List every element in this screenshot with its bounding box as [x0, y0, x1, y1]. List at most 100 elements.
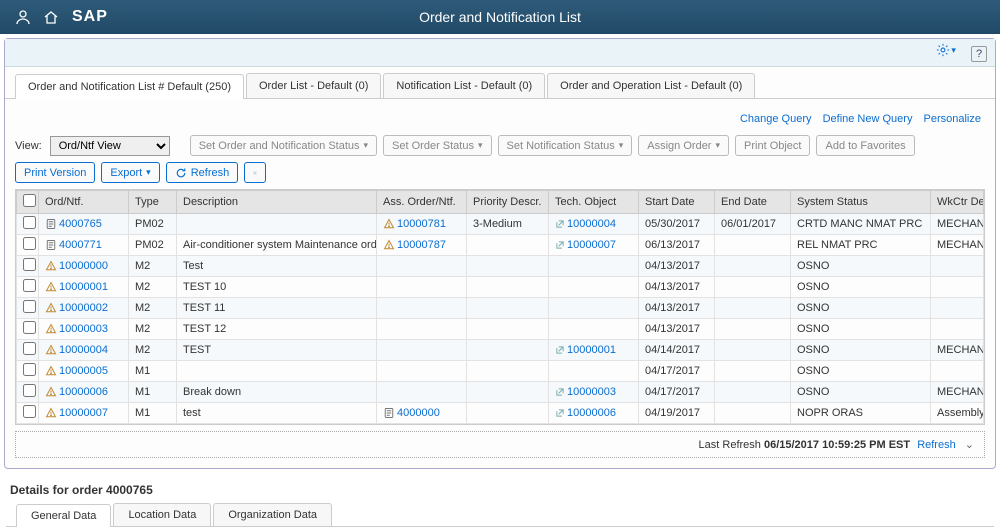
last-refresh-label: Last Refresh	[699, 439, 764, 451]
tech-object-link[interactable]: 10000001	[567, 344, 616, 356]
print-object-button[interactable]: Print Object	[735, 135, 810, 156]
table-row[interactable]: 10000006M1Break down1000000304/17/2017OS…	[17, 382, 984, 403]
table-row[interactable]: 10000005M104/17/2017OSNO	[17, 361, 984, 382]
type-cell: PM02	[129, 235, 177, 256]
col-end[interactable]: End Date	[715, 191, 791, 214]
last-refresh-timestamp: 06/15/2017 10:59:25 PM EST	[764, 439, 910, 451]
chevron-down-icon[interactable]: ⌄	[965, 439, 974, 451]
assoc-link[interactable]: 10000781	[397, 218, 446, 230]
row-checkbox[interactable]	[17, 340, 39, 361]
notification-icon	[45, 386, 57, 398]
ordntf-link[interactable]: 10000001	[59, 281, 108, 293]
define-query-link[interactable]: Define New Query	[823, 113, 913, 125]
home-icon[interactable]	[40, 6, 62, 28]
user-icon[interactable]	[12, 6, 34, 28]
row-checkbox[interactable]	[17, 298, 39, 319]
table-row[interactable]: 10000004M2TEST1000000104/14/2017OSNOMECH…	[17, 340, 984, 361]
table-row[interactable]: 10000007M1test40000001000000604/19/2017N…	[17, 403, 984, 424]
personalize-link[interactable]: Personalize	[924, 113, 981, 125]
table-row[interactable]: 10000003M2TEST 1204/13/2017OSNO	[17, 319, 984, 340]
print-version-button[interactable]: Print Version	[15, 162, 95, 183]
ordntf-link[interactable]: 10000003	[59, 323, 108, 335]
add-to-favorites-button[interactable]: Add to Favorites	[816, 135, 914, 156]
ordntf-link[interactable]: 4000765	[59, 218, 102, 230]
settings-gear-icon[interactable]: ▾	[936, 43, 956, 57]
change-query-link[interactable]: Change Query	[740, 113, 812, 125]
notification-icon	[45, 365, 57, 377]
row-checkbox[interactable]	[17, 214, 39, 235]
col-ordntf[interactable]: Ord/Ntf.	[39, 191, 129, 214]
table-row[interactable]: 10000001M2TEST 1004/13/2017OSNO	[17, 277, 984, 298]
wkctr-cell: MECHANICAL DEPT	[931, 214, 984, 235]
col-prio[interactable]: Priority Descr.	[467, 191, 549, 214]
tab-3[interactable]: Order and Operation List - Default (0)	[547, 73, 755, 98]
start-cell: 04/13/2017	[639, 256, 715, 277]
assoc-link[interactable]: 10000787	[397, 239, 446, 251]
detail-tab-2[interactable]: Organization Data	[213, 503, 332, 526]
col-tech[interactable]: Tech. Object	[549, 191, 639, 214]
tab-2[interactable]: Notification List - Default (0)	[383, 73, 545, 98]
export-button[interactable]: Export▾	[101, 162, 159, 183]
col-status[interactable]: System Status	[791, 191, 931, 214]
row-checkbox[interactable]	[17, 235, 39, 256]
table-row[interactable]: 10000000M2Test04/13/2017OSNO	[17, 256, 984, 277]
desc-cell: Air-conditioner system Maintenance order	[177, 235, 377, 256]
tech-object-link[interactable]: 10000004	[567, 218, 616, 230]
notification-icon	[45, 407, 57, 419]
tech-object-link[interactable]: 10000007	[567, 239, 616, 251]
set-order-notif-status-button[interactable]: Set Order and Notification Status▾	[190, 135, 377, 156]
notification-icon	[45, 323, 57, 335]
ordntf-link[interactable]: 10000002	[59, 302, 108, 314]
row-checkbox[interactable]	[17, 403, 39, 424]
help-icon[interactable]: ?	[971, 46, 987, 62]
end-cell	[715, 256, 791, 277]
details-title: Details for order 4000765	[10, 483, 994, 497]
order-icon	[383, 407, 395, 419]
col-type[interactable]: Type	[129, 191, 177, 214]
row-checkbox[interactable]	[17, 319, 39, 340]
assoc-link[interactable]: 4000000	[397, 407, 440, 419]
set-order-status-button[interactable]: Set Order Status▾	[383, 135, 491, 156]
order-icon	[45, 218, 57, 230]
wkctr-cell: MECHANICAL DEPT	[931, 235, 984, 256]
tab-0[interactable]: Order and Notification List # Default (2…	[15, 74, 244, 99]
end-cell	[715, 298, 791, 319]
row-checkbox[interactable]	[17, 256, 39, 277]
set-notif-status-button[interactable]: Set Notification Status▾	[498, 135, 633, 156]
col-assoc[interactable]: Ass. Order/Ntf.	[377, 191, 467, 214]
refresh-link[interactable]: Refresh	[917, 439, 956, 451]
refresh-button[interactable]: Refresh	[166, 162, 239, 183]
last-refresh-bar: Last Refresh 06/15/2017 10:59:25 PM EST …	[15, 431, 985, 458]
row-checkbox[interactable]	[17, 382, 39, 403]
ordntf-link[interactable]: 10000005	[59, 365, 108, 377]
detail-tab-0[interactable]: General Data	[16, 504, 111, 527]
assign-order-button[interactable]: Assign Order▾	[638, 135, 729, 156]
status-cell: OSNO	[791, 298, 931, 319]
grid-settings-icon[interactable]	[244, 162, 266, 183]
col-wkctr[interactable]: WkCtr Descr.	[931, 191, 984, 214]
tab-1[interactable]: Order List - Default (0)	[246, 73, 381, 98]
wkctr-cell	[931, 256, 984, 277]
status-cell: OSNO	[791, 361, 931, 382]
col-desc[interactable]: Description	[177, 191, 377, 214]
tech-object-link[interactable]: 10000006	[567, 407, 616, 419]
select-all-checkbox[interactable]	[17, 191, 39, 214]
ordntf-link[interactable]: 10000007	[59, 407, 108, 419]
query-links: Change Query Define New Query Personaliz…	[5, 99, 995, 131]
ordntf-link[interactable]: 10000000	[59, 260, 108, 272]
table-row[interactable]: 10000002M2TEST 1104/13/2017OSNO	[17, 298, 984, 319]
status-cell: NOPR ORAS	[791, 403, 931, 424]
type-cell: M2	[129, 256, 177, 277]
detail-tab-1[interactable]: Location Data	[113, 503, 211, 526]
ordntf-link[interactable]: 4000771	[59, 239, 102, 251]
ordntf-link[interactable]: 10000004	[59, 344, 108, 356]
ordntf-link[interactable]: 10000006	[59, 386, 108, 398]
view-select[interactable]: Ord/Ntf View	[50, 136, 170, 156]
row-checkbox[interactable]	[17, 277, 39, 298]
row-checkbox[interactable]	[17, 361, 39, 382]
col-start[interactable]: Start Date	[639, 191, 715, 214]
tech-object-link[interactable]: 10000003	[567, 386, 616, 398]
start-cell: 04/14/2017	[639, 340, 715, 361]
table-row[interactable]: 4000771 PM02Air-conditioner system Mainte…	[17, 235, 984, 256]
table-row[interactable]: 4000765PM02100007813-Medium1000000405/30…	[17, 214, 984, 235]
